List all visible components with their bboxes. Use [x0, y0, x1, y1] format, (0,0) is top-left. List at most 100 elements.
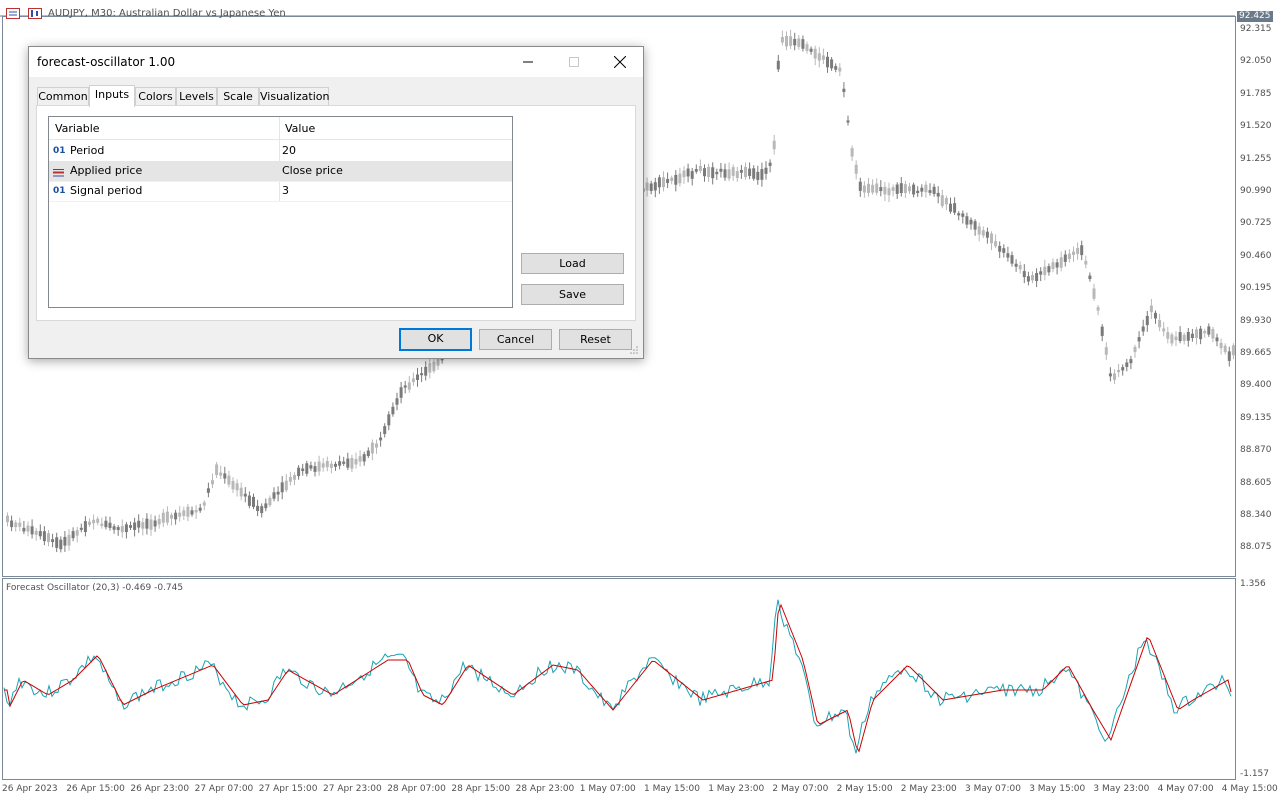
- candlestick: [379, 437, 383, 441]
- price-level-label: 92.315: [1240, 24, 1272, 34]
- time-label: 27 Apr 15:00: [258, 784, 318, 794]
- candlestick: [1022, 271, 1026, 278]
- price-level-label: 90.460: [1240, 250, 1272, 261]
- candlestick: [301, 468, 305, 472]
- candlestick: [194, 509, 198, 513]
- dialog-titlebar[interactable]: forecast-oscillator 1.00: [29, 47, 643, 77]
- candlestick: [1014, 263, 1018, 267]
- cancel-button[interactable]: Cancel: [479, 329, 552, 350]
- candlestick: [666, 178, 670, 184]
- candlestick: [760, 169, 764, 180]
- dialog-title: forecast-oscillator 1.00: [37, 55, 176, 69]
- input-row-signal-period[interactable]: 01 Signal period 3: [49, 181, 512, 202]
- candlestick: [1178, 332, 1182, 342]
- candlestick: [678, 173, 682, 184]
- candlestick: [846, 120, 850, 123]
- variable-value[interactable]: 3: [282, 181, 289, 201]
- tab-inputs[interactable]: Inputs: [89, 85, 135, 107]
- candlestick: [830, 59, 834, 69]
- tab-common[interactable]: Common: [37, 87, 89, 106]
- header-variable[interactable]: Variable: [55, 119, 100, 139]
- candlestick: [801, 39, 805, 49]
- candlestick: [215, 464, 219, 475]
- price-level-label: 91.255: [1240, 153, 1272, 164]
- candlestick: [370, 442, 374, 454]
- candlestick: [1207, 326, 1211, 335]
- minimize-button[interactable]: [505, 47, 551, 77]
- candlestick: [793, 38, 797, 46]
- time-label: 3 May 07:00: [965, 784, 1021, 794]
- candlestick: [756, 171, 760, 180]
- candlestick: [1002, 248, 1006, 253]
- candlestick: [1063, 254, 1067, 262]
- candlestick: [108, 522, 112, 528]
- candlestick: [256, 505, 260, 512]
- inputs-grid: Variable Value 01 Period 20 Applied pric…: [48, 116, 513, 308]
- candlestick: [96, 518, 100, 523]
- candlestick: [391, 406, 395, 415]
- candlestick: [764, 167, 768, 174]
- candlestick: [375, 443, 378, 448]
- resize-grip-icon[interactable]: [629, 345, 639, 355]
- header-value[interactable]: Value: [285, 119, 315, 139]
- candlestick: [297, 467, 301, 477]
- candlestick: [321, 463, 325, 468]
- candlestick: [977, 226, 981, 235]
- candlestick: [350, 457, 354, 469]
- indicator-properties-dialog: forecast-oscillator 1.00 Common Inputs C…: [28, 46, 644, 359]
- candlestick: [834, 66, 838, 70]
- candlestick: [932, 186, 936, 194]
- time-label: 26 Apr 2023: [2, 784, 58, 794]
- tab-levels[interactable]: Levels: [176, 87, 217, 106]
- candlestick: [317, 461, 321, 472]
- candlestick: [1223, 345, 1227, 353]
- candlestick: [165, 511, 169, 523]
- chart-list-icon[interactable]: [6, 8, 20, 19]
- candlestick: [1211, 329, 1215, 339]
- candlestick: [1170, 334, 1174, 344]
- candlestick: [1092, 288, 1096, 299]
- input-row-applied-price[interactable]: Applied price Close price: [49, 161, 512, 182]
- candlestick: [38, 531, 42, 537]
- candlestick: [182, 510, 186, 516]
- candlestick: [1051, 262, 1055, 269]
- variable-name: Signal period: [70, 184, 143, 197]
- candlestick: [842, 88, 846, 92]
- candlestick: [1149, 305, 1153, 313]
- time-label: 1 May 07:00: [579, 784, 636, 794]
- candlestick: [100, 523, 104, 526]
- candlestick: [252, 496, 255, 507]
- variable-value[interactable]: 20: [282, 141, 296, 161]
- candlestick: [854, 164, 858, 174]
- candlestick: [1031, 275, 1034, 281]
- save-button[interactable]: Save: [521, 284, 624, 305]
- candlestick: [157, 518, 161, 525]
- candlestick: [395, 398, 399, 405]
- input-row-period[interactable]: 01 Period 20: [49, 141, 512, 162]
- candlestick: [424, 366, 428, 376]
- tab-scale[interactable]: Scale: [217, 87, 259, 106]
- candlestick: [174, 512, 178, 520]
- candlestick: [944, 198, 948, 205]
- variable-value[interactable]: Close price: [282, 161, 343, 181]
- price-level-label: 89.400: [1240, 380, 1272, 391]
- tab-colors[interactable]: Colors: [135, 87, 176, 106]
- reset-button[interactable]: Reset: [559, 329, 632, 350]
- ok-button[interactable]: OK: [399, 328, 472, 351]
- close-button[interactable]: [597, 47, 643, 77]
- candlestick: [1141, 326, 1145, 332]
- load-button[interactable]: Load: [521, 253, 624, 274]
- candlestick: [731, 167, 735, 176]
- candlestick: [1145, 315, 1149, 326]
- candlestick: [170, 514, 173, 519]
- candlestick: [1006, 253, 1010, 258]
- candlestick: [821, 55, 825, 60]
- candlestick: [202, 502, 206, 506]
- maximize-button[interactable]: [551, 47, 597, 77]
- tab-visualization[interactable]: Visualization: [259, 87, 329, 106]
- candlestick: [219, 472, 223, 476]
- candlestick: [67, 534, 71, 546]
- indicator-icon[interactable]: [28, 8, 42, 19]
- candlestick: [92, 519, 96, 524]
- candlestick: [284, 480, 288, 491]
